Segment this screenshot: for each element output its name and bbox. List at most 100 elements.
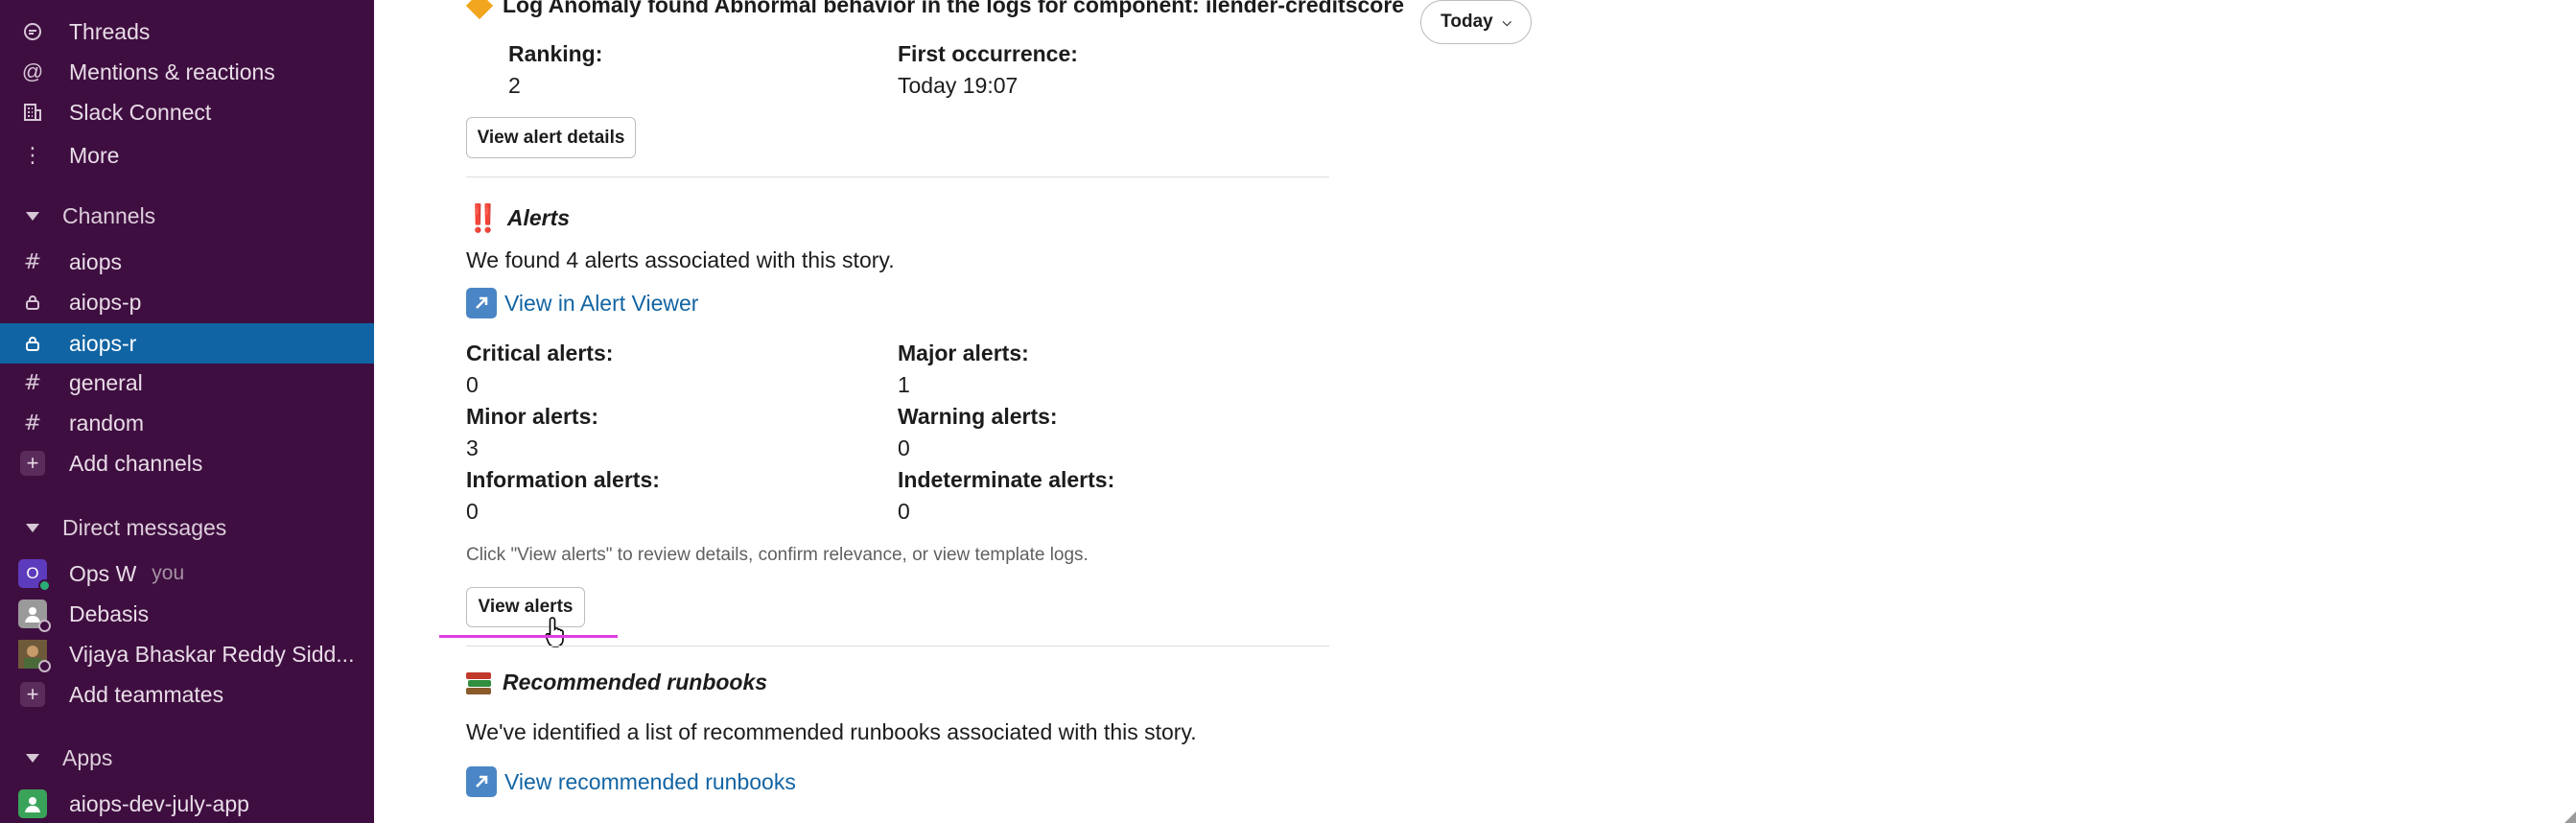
add-channels-button[interactable]: + Add channels [0,444,374,482]
building-icon [13,102,52,123]
major-alerts-value: 1 [898,372,910,397]
channels-section-header[interactable]: Channels [0,197,374,235]
caret-down-icon [26,753,39,763]
chevron-down-icon: ⌵ [1502,14,1511,29]
alerts-header: ‼️ Alerts [466,202,570,234]
anomaly-title: Log Anomaly found Abnormal behavior in t… [503,0,1405,17]
lock-icon [13,336,52,351]
dm-section-header[interactable]: Direct messages [0,508,374,547]
alert-viewer-link-row[interactable]: View in Alert Viewer [466,288,698,318]
sidebar-item-channel-aiops[interactable]: # aiops [0,243,374,281]
channel-name: random [69,410,144,435]
runbooks-link-row[interactable]: View recommended runbooks [466,766,796,797]
channel-name: general [69,369,143,395]
information-alerts-value: 0 [466,499,479,524]
sidebar-item-channel-random[interactable]: # random [0,404,374,442]
lock-icon [13,294,52,310]
minor-alerts-value: 3 [466,435,479,460]
sidebar-item-channel-aiops-p[interactable]: aiops-p [0,283,374,321]
alerts-hint: Click "View alerts" to review details, c… [466,545,1089,565]
channel-name: aiops-r [69,330,137,356]
runbooks-header: Recommended runbooks [466,670,767,695]
minor-alerts-label: Minor alerts: [466,404,599,429]
indeterminate-alerts-value: 0 [898,499,910,524]
date-pill-button[interactable]: Today ⌵ [1420,0,1532,44]
caret-down-icon [26,211,39,221]
warning-alerts-value: 0 [898,435,910,460]
sidebar-item-label: Slack Connect [69,99,212,125]
at-icon: @ [21,59,44,83]
more-vertical-icon: ⋮ [22,143,43,167]
sidebar-item-dm-vijaya[interactable]: Vijaya Bhaskar Reddy Sidd... [0,635,374,673]
plus-icon: + [13,682,52,707]
online-status-icon [38,579,51,592]
first-occurrence-value: Today 19:07 [898,73,1019,98]
sidebar-item-channel-aiops-r[interactable]: aiops-r [0,323,374,364]
add-channels-label: Add channels [69,450,203,476]
sidebar-item-label: Mentions & reactions [69,59,275,84]
hash-icon: # [23,411,42,435]
ranking-value: 2 [508,73,521,98]
add-teammates-label: Add teammates [69,681,224,707]
hash-icon: # [23,249,42,274]
threads-icon [13,21,52,42]
avatar: O [18,559,51,592]
sidebar-item-threads[interactable]: Threads [0,12,374,51]
information-alerts-label: Information alerts: [466,467,660,492]
away-status-icon [38,660,51,672]
sidebar-item-dm-ops-w[interactable]: O Ops W you [0,554,374,593]
scrollbar-corner[interactable] [2564,811,2576,823]
external-link-icon [466,288,497,318]
apps-section-header[interactable]: Apps [0,739,374,777]
runbooks-link[interactable]: View recommended runbooks [504,769,796,795]
view-alert-details-button[interactable]: View alert details [466,117,636,158]
books-icon [466,670,493,695]
runbooks-title: Recommended runbooks [503,670,768,694]
first-occurrence-label: First occurrence: [898,41,1078,66]
sidebar-item-label: More [69,142,120,168]
sidebar-item-app-aiops[interactable]: aiops-dev-july-app [0,785,374,823]
dm-name: Debasis [69,600,150,626]
sidebar-item-label: Threads [69,18,151,44]
runbooks-summary: We've identified a list of recommended r… [466,719,1197,744]
external-link-icon [466,766,497,797]
add-teammates-button[interactable]: + Add teammates [0,675,374,714]
critical-alerts-label: Critical alerts: [466,341,614,365]
indeterminate-alerts-label: Indeterminate alerts: [898,467,1115,492]
alerts-title: Alerts [506,205,571,230]
major-alerts-label: Major alerts: [898,341,1029,365]
sidebar-item-more[interactable]: ⋮ More [0,136,374,175]
message-pane: Log Anomaly found Abnormal behavior in t… [374,0,2576,823]
highlight-underline [439,635,618,638]
app-name: aiops-dev-july-app [69,790,249,816]
hash-icon: # [23,370,42,395]
channel-name: aiops-p [69,289,142,315]
dm-name: Ops W [69,560,137,586]
ranking-label: Ranking: [508,41,603,66]
section-label: Direct messages [62,514,227,540]
sidebar-item-slack-connect[interactable]: Slack Connect [0,93,374,131]
alert-viewer-link[interactable]: View in Alert Viewer [504,291,698,317]
channel-name: aiops [69,248,122,274]
avatar [18,640,51,672]
avatar [18,600,51,632]
sidebar-item-dm-debasis[interactable]: Debasis [0,595,374,633]
away-status-icon [38,620,51,632]
divider [466,646,1329,647]
sidebar-item-channel-general[interactable]: # general [0,364,374,402]
section-label: Apps [62,744,113,770]
alerts-summary: We found 4 alerts associated with this s… [466,247,895,272]
double-exclamation-icon: ‼️ [466,202,500,234]
sidebar-item-mentions[interactable]: @ Mentions & reactions [0,53,374,91]
sidebar: Threads @ Mentions & reactions Slack Con… [0,0,374,823]
critical-alerts-value: 0 [466,372,479,397]
you-label: you [152,562,185,584]
caret-down-icon [26,523,39,532]
divider [466,176,1329,177]
warning-alerts-label: Warning alerts: [898,404,1058,429]
date-pill-label: Today [1440,12,1493,32]
plus-icon: + [13,451,52,476]
anomaly-title-row: Log Anomaly found Abnormal behavior in t… [465,0,1405,19]
diamond-icon [465,0,494,19]
avatar [18,789,47,818]
